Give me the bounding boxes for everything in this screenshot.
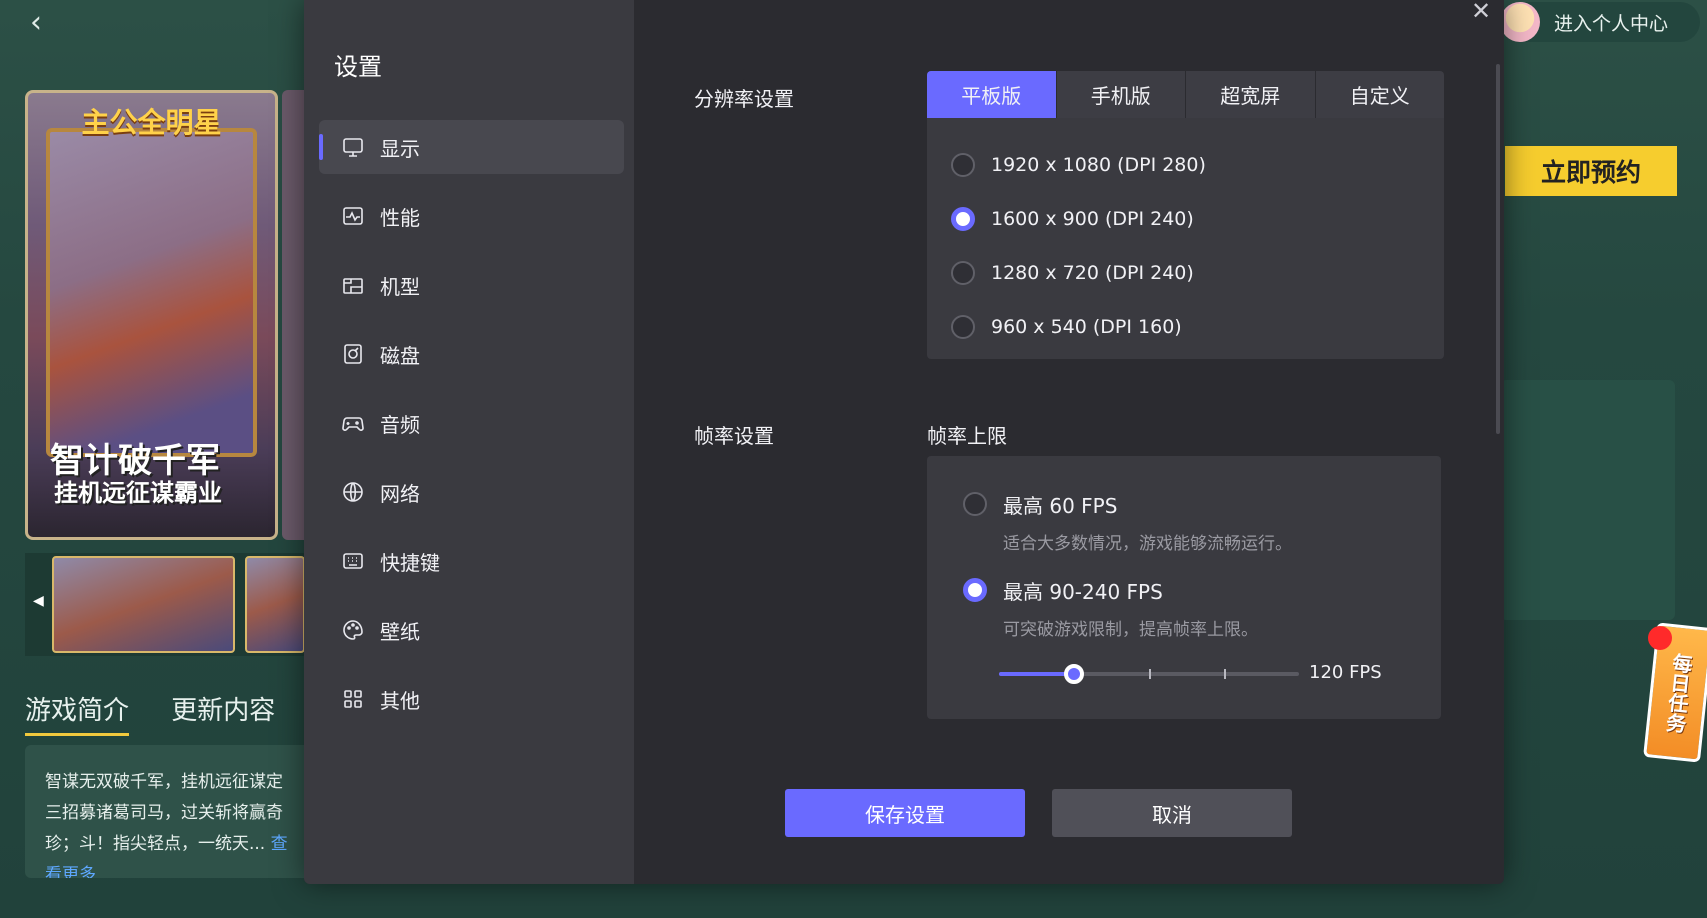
tab-tablet[interactable]: 平板版 [927,71,1057,118]
resolution-option[interactable]: 1920 x 1080 (DPI 280) [927,138,1444,192]
resolution-tabs: 平板版 手机版 超宽屏 自定义 [927,71,1444,118]
slider-thumb[interactable] [1064,664,1084,684]
save-button[interactable]: 保存设置 [785,789,1025,837]
keyboard-icon [341,549,365,573]
reserve-button[interactable]: 立即预约 [1505,146,1677,196]
sidebar-item-other[interactable]: 其他 [319,672,624,726]
fps-slider[interactable]: 120 FPS [999,662,1382,684]
scrollbar[interactable] [1496,64,1500,434]
close-icon[interactable]: ✕ [1466,0,1496,24]
palette-icon [341,618,365,642]
user-center-label: 进入个人中心 [1554,12,1669,35]
device-icon [341,273,365,297]
sidebar-item-performance[interactable]: 性能 [319,189,624,243]
thumb-prev-icon[interactable]: ◀ [33,593,44,609]
settings-sidebar: 设置 显示 性能 机型 磁盘 音频 网络 快捷键 壁纸 其他 [304,0,634,884]
sidebar-item-label: 壁纸 [380,619,420,644]
thumbnail[interactable] [52,556,235,653]
grid-icon [341,687,365,711]
user-center-button[interactable]: 进入个人中心 [1500,2,1700,42]
tab-intro[interactable]: 游戏简介 [25,690,130,736]
sidebar-item-label: 性能 [380,205,420,230]
radio-button[interactable] [951,153,975,177]
resolution-option[interactable]: 1600 x 900 (DPI 240) [927,192,1444,246]
framerate-sublabel: 帧率上限 [927,424,1007,448]
sidebar-item-label: 网络 [380,481,420,506]
sidebar-item-label: 机型 [380,274,420,299]
thumbnail-strip: ◀ [25,553,305,656]
sidebar-item-display[interactable]: 显示 [319,120,624,174]
sidebar-item-wallpaper[interactable]: 壁纸 [319,603,624,657]
slider-fill [999,672,1074,676]
sidebar-item-label: 其他 [380,688,420,713]
sidebar-item-disk[interactable]: 磁盘 [319,327,624,381]
back-icon[interactable]: ‹ [30,8,60,38]
disk-icon [341,342,365,366]
avatar [1500,2,1540,42]
resolution-option[interactable]: 1280 x 720 (DPI 240) [927,246,1444,300]
poster-slogan-2: 挂机远征谋霸业 [54,479,222,507]
resolution-text: 1280 x 720 (DPI 240) [991,262,1194,284]
resolution-text: 1920 x 1080 (DPI 280) [991,154,1206,176]
side-panel [1500,380,1675,620]
description-text: 智谋无双破千军，挂机远征谋定三招募诸葛司马，过关斩将赢奇珍；斗！指尖轻点，一统天… [45,772,283,854]
sidebar-item-network[interactable]: 网络 [319,465,624,519]
sidebar-item-shortcuts[interactable]: 快捷键 [319,534,624,588]
tab-custom[interactable]: 自定义 [1316,71,1445,118]
slider-tick [1149,669,1151,679]
monitor-icon [341,135,365,159]
fps-option-60[interactable]: 最高 60 FPS 适合大多数情况，游戏能够流畅运行。 [963,490,1441,554]
sidebar-item-label: 音频 [380,412,420,437]
framerate-label: 帧率设置 [694,424,774,448]
sidebar-item-label: 磁盘 [380,343,420,368]
resolution-text: 960 x 540 (DPI 160) [991,316,1182,338]
resolution-text: 1600 x 900 (DPI 240) [991,208,1194,230]
radio-button[interactable] [951,207,975,231]
sidebar-item-audio[interactable]: 音频 [319,396,624,450]
radio-button[interactable] [951,315,975,339]
game-info-tabs: 游戏简介 更新内容 [25,690,309,736]
settings-nav: 显示 性能 机型 磁盘 音频 网络 快捷键 壁纸 其他 [319,120,624,741]
resolution-options: 1920 x 1080 (DPI 280) 1600 x 900 (DPI 24… [927,118,1444,359]
radio-button[interactable] [963,492,987,516]
sidebar-item-device[interactable]: 机型 [319,258,624,312]
fps-option-240[interactable]: 最高 90-240 FPS 可突破游戏限制，提高帧率上限。 [963,576,1441,640]
game-description: 智谋无双破千军，挂机远征谋定三招募诸葛司马，过关斩将赢奇珍；斗！指尖轻点，一统天… [25,745,315,878]
framerate-options: 最高 60 FPS 适合大多数情况，游戏能够流畅运行。 最高 90-240 FP… [927,456,1441,719]
globe-icon [341,480,365,504]
performance-icon [341,204,365,228]
radio-button[interactable] [951,261,975,285]
resolution-label: 分辨率设置 [694,87,794,111]
fps-option-desc: 适合大多数情况，游戏能够流畅运行。 [1003,534,1292,554]
fps-option-title: 最高 60 FPS [1003,494,1118,518]
settings-dialog: 设置 显示 性能 机型 磁盘 音频 网络 快捷键 壁纸 其他 ✕ 分辨率设置 平… [304,0,1504,884]
resolution-option[interactable]: 960 x 540 (DPI 160) [927,300,1444,354]
poster-artwork [46,128,257,457]
poster-title: 主公全明星 [81,106,222,139]
gamepad-icon [341,411,365,435]
tab-phone[interactable]: 手机版 [1057,71,1186,118]
fps-option-title: 最高 90-240 FPS [1003,580,1163,604]
tab-ultrawide[interactable]: 超宽屏 [1186,71,1316,118]
slider-tick [1224,669,1226,679]
next-poster[interactable] [282,90,304,540]
notification-dot [1648,626,1672,650]
radio-button[interactable] [963,578,987,602]
settings-title: 设置 [334,53,382,81]
game-poster[interactable]: 主公全明星 智计破千军 挂机远征谋霸业 [25,90,278,540]
cancel-button[interactable]: 取消 [1052,789,1292,837]
thumbnail[interactable] [245,556,305,653]
fps-option-desc: 可突破游戏限制，提高帧率上限。 [1003,620,1258,640]
sidebar-item-label: 快捷键 [380,550,440,575]
tab-updates[interactable]: 更新内容 [171,690,275,733]
slider-value: 120 FPS [1309,662,1382,683]
settings-content: ✕ 分辨率设置 平板版 手机版 超宽屏 自定义 1920 x 1080 (DPI… [634,0,1504,884]
sidebar-item-label: 显示 [380,136,420,161]
